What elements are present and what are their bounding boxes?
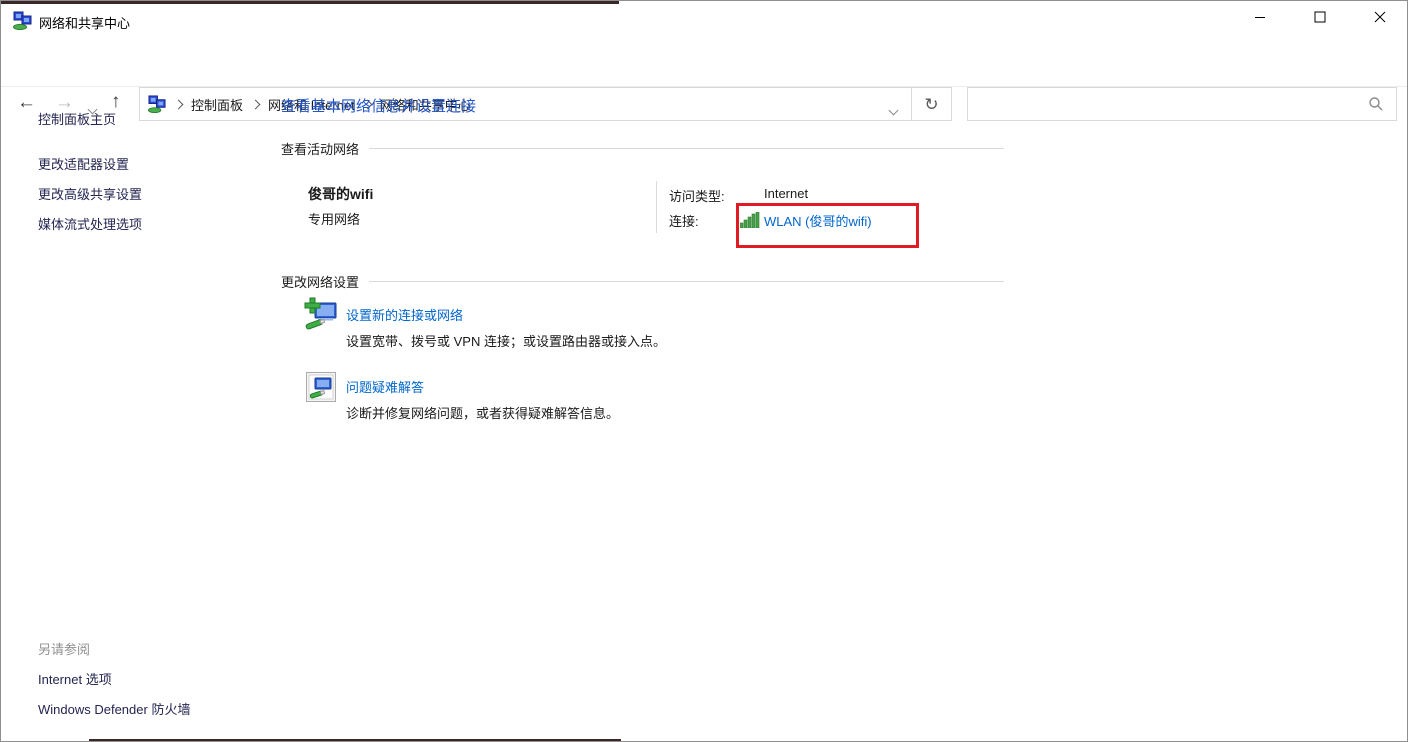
sidebar-item-windows-defender-firewall[interactable]: Windows Defender 防火墙 — [38, 699, 190, 718]
troubleshoot-link[interactable]: 问题疑难解答 — [346, 377, 424, 396]
search-input[interactable] — [976, 90, 1365, 120]
close-icon — [1374, 11, 1386, 23]
maximize-button[interactable] — [1297, 2, 1343, 32]
network-sharing-center-window: 网络和共享中心 ← → ↑ — [0, 0, 1408, 742]
network-profile: 专用网络 — [308, 209, 360, 228]
refresh-icon: ↻ — [924, 96, 938, 113]
sidebar-item-change-adapter-settings[interactable]: 更改适配器设置 — [38, 154, 129, 173]
breadcrumb-separator-icon — [251, 99, 261, 109]
search-icon[interactable] — [1368, 96, 1384, 112]
maximize-icon — [1314, 11, 1326, 23]
sidebar-item-control-panel-home[interactable]: 控制面板主页 — [38, 109, 116, 128]
network-settings-section-header: 更改网络设置 — [281, 272, 1004, 291]
close-button[interactable] — [1357, 2, 1403, 32]
address-dropdown-chevron-icon[interactable] — [890, 101, 897, 119]
setup-new-connection-description: 设置宽带、拨号或 VPN 连接；或设置路由器或接入点。 — [346, 331, 666, 350]
minimize-button[interactable] — [1237, 2, 1283, 32]
titlebar: 网络和共享中心 — [1, 1, 1407, 41]
search-box[interactable] — [967, 87, 1397, 121]
new-connection-icon[interactable] — [304, 297, 340, 333]
back-arrow-icon[interactable]: ← — [17, 93, 36, 112]
column-divider — [656, 181, 657, 233]
troubleshoot-description: 诊断并修复网络问题，或者获得疑难解答信息。 — [346, 403, 619, 422]
breadcrumb-control-panel[interactable]: 控制面板 — [191, 95, 243, 114]
access-type-label: 访问类型: — [669, 186, 725, 205]
network-name: 俊哥的wifi — [308, 184, 373, 204]
page-title: 查看基本网络信息并设置连接 — [281, 95, 476, 116]
section-heading: 查看活动网络 — [281, 139, 359, 158]
sidebar-item-internet-options[interactable]: Internet 选项 — [38, 669, 112, 688]
troubleshoot-icon[interactable] — [306, 372, 336, 402]
window-title: 网络和共享中心 — [39, 13, 130, 32]
background-window-edge-top — [1, 1, 619, 4]
section-heading: 更改网络设置 — [281, 272, 359, 291]
address-bar[interactable]: 控制面板 网络和 Internet 网络和共享中心 — [139, 87, 912, 121]
connection-label: 连接: — [669, 211, 699, 230]
active-networks-section-header: 查看活动网络 — [281, 139, 1004, 158]
minimize-icon — [1254, 11, 1266, 23]
section-divider — [369, 281, 1004, 282]
wlan-connection-link[interactable]: WLAN (俊哥的wifi) — [764, 211, 872, 230]
background-window-edge-bottom — [89, 739, 621, 741]
breadcrumb-separator-icon — [174, 99, 184, 109]
sidebar-item-change-advanced-sharing[interactable]: 更改高级共享设置 — [38, 184, 142, 203]
see-also-heading: 另请参阅 — [38, 639, 90, 658]
network-sharing-center-icon[interactable] — [148, 95, 166, 113]
navigation-bar: ← → ↑ 控制面板 网络和 Internet — [1, 41, 1408, 87]
setup-new-connection-link[interactable]: 设置新的连接或网络 — [346, 305, 463, 324]
section-divider — [369, 148, 1004, 149]
network-sharing-center-icon — [13, 11, 32, 30]
wifi-signal-icon — [740, 212, 760, 228]
refresh-button[interactable]: ↻ — [911, 87, 952, 121]
sidebar-item-media-streaming-options[interactable]: 媒体流式处理选项 — [38, 214, 142, 233]
access-type-value: Internet — [764, 186, 808, 201]
